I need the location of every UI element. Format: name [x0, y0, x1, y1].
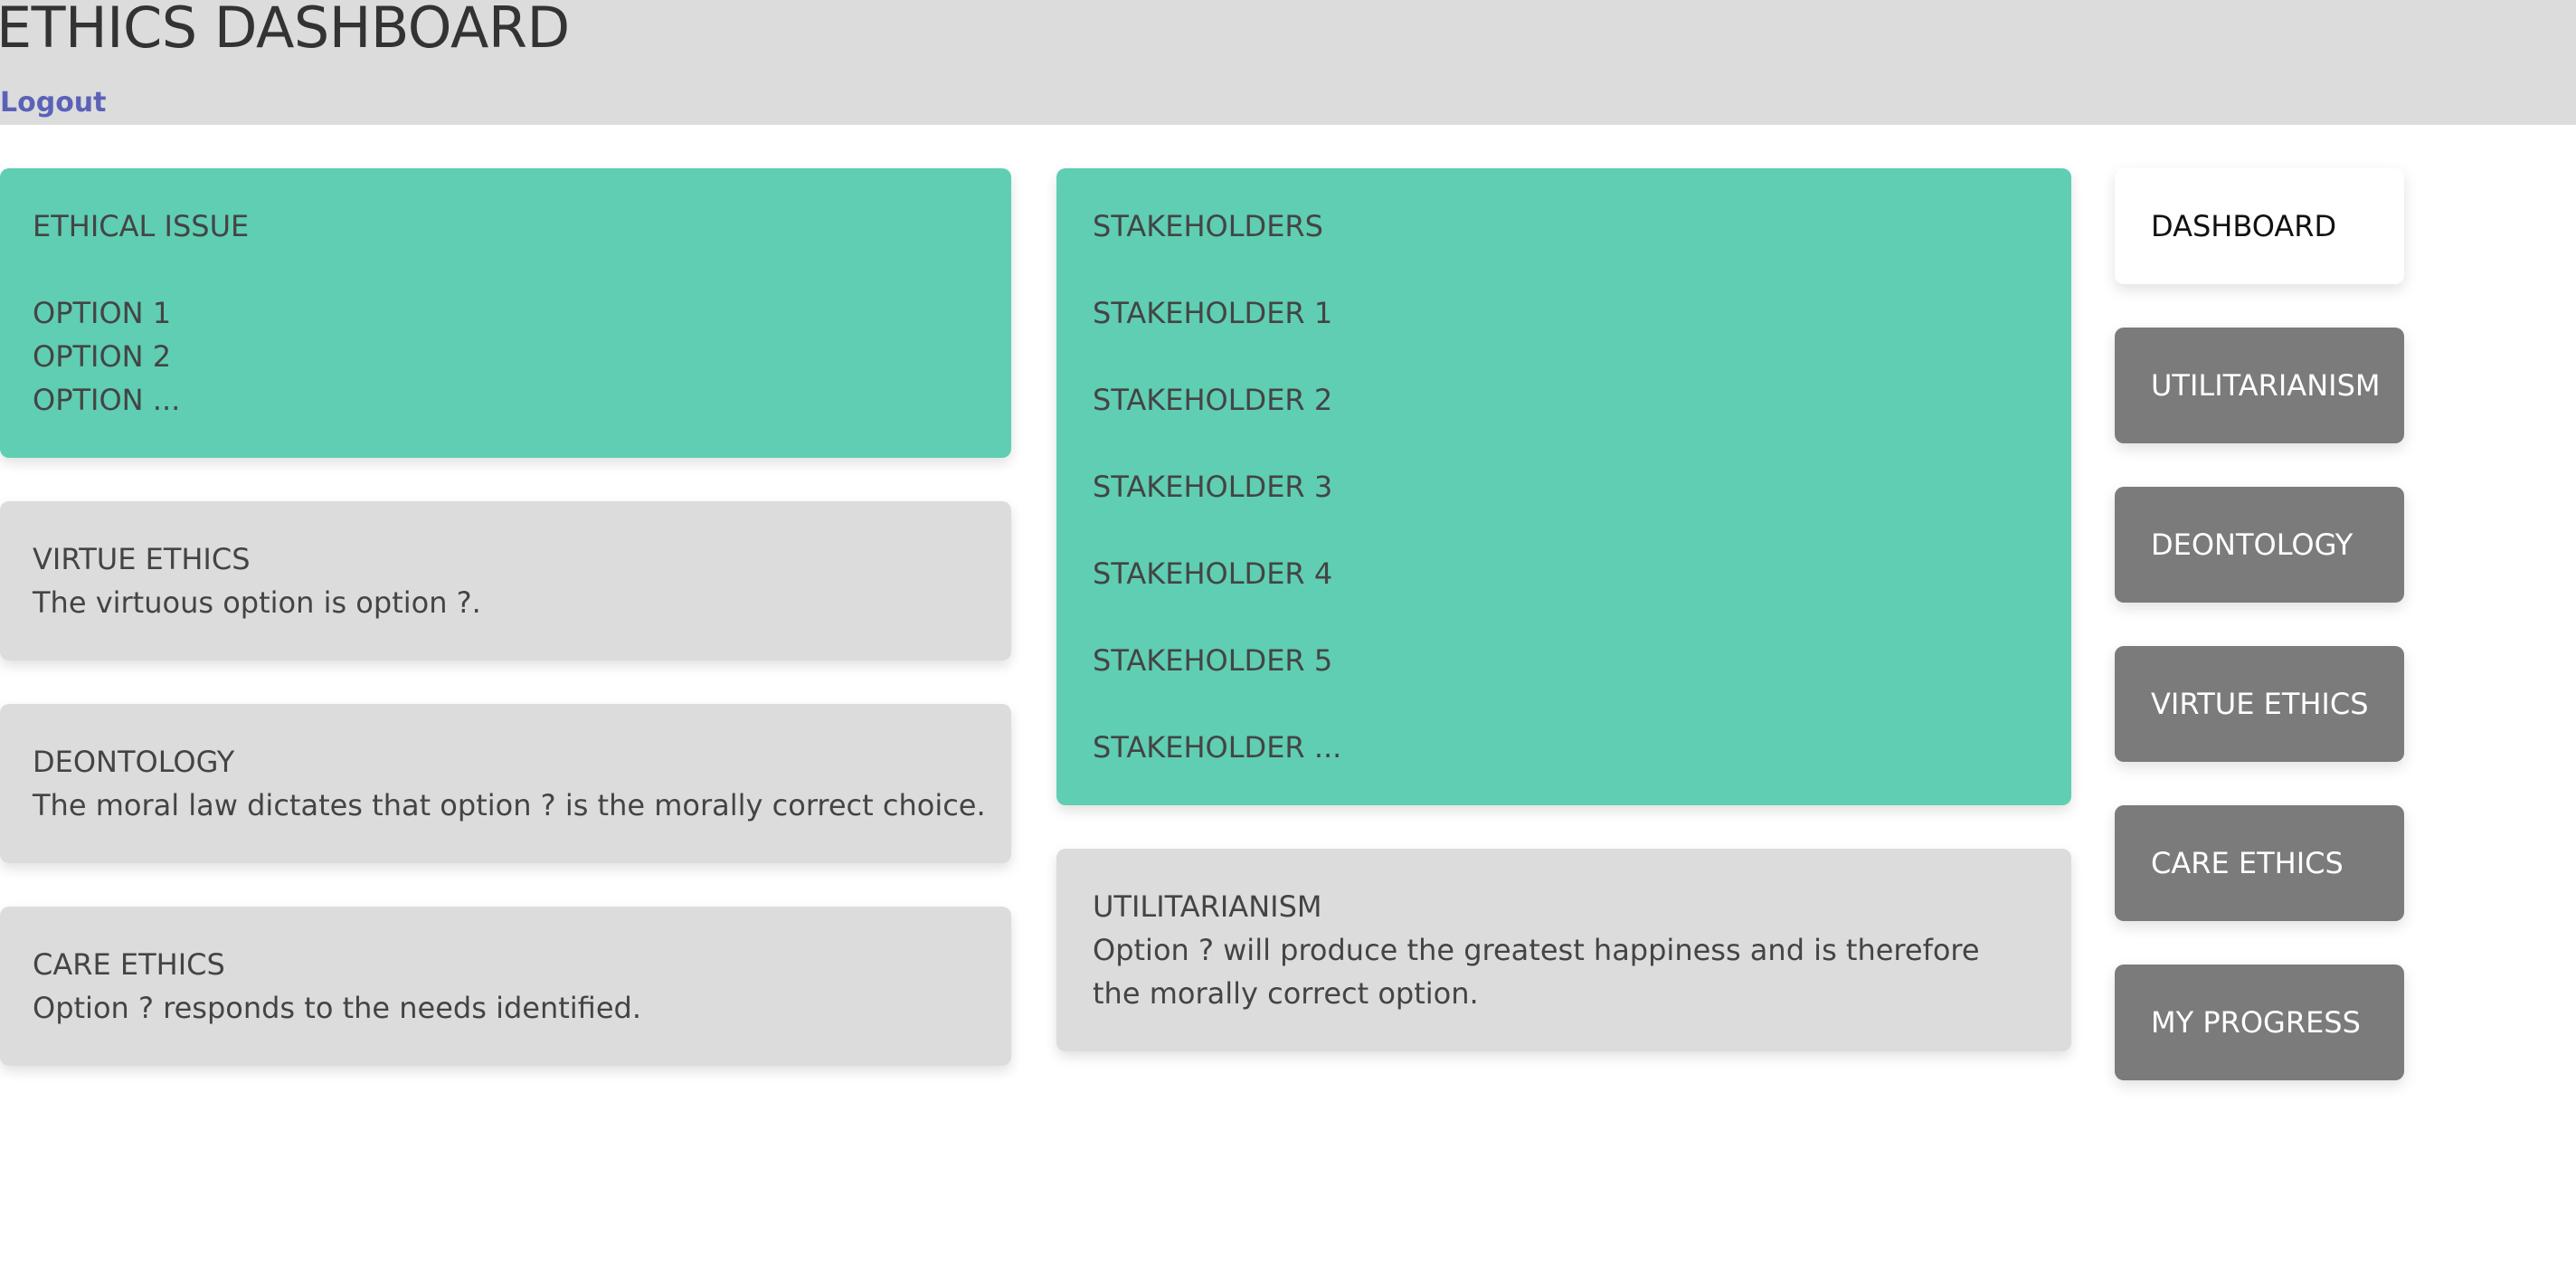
deontology-heading: DEONTOLOGY [33, 745, 235, 779]
virtue-ethics-card: VIRTUE ETHICS The virtuous option is opt… [0, 501, 1011, 661]
virtue-ethics-text: The virtuous option is option ?. [33, 585, 481, 620]
stakeholder-item: STAKEHOLDER ... [1093, 730, 1342, 765]
header-bar: ETHICS DASHBOARD Logout [0, 0, 2576, 125]
utilitarianism-text: Option ? will produce the greatest happi… [1093, 933, 1980, 1011]
virtue-ethics-heading: VIRTUE ETHICS [33, 542, 251, 576]
care-ethics-heading: CARE ETHICS [33, 947, 225, 982]
nav-care-ethics-button[interactable]: CARE ETHICS [2115, 805, 2404, 921]
nav-dashboard-button[interactable]: DASHBOARD [2115, 168, 2404, 284]
utilitarianism-heading: UTILITARIANISM [1093, 889, 1322, 924]
page-title: ETHICS DASHBOARD [0, 0, 570, 61]
option-item: OPTION 2 [33, 339, 172, 374]
care-ethics-text: Option ? responds to the needs identifie… [33, 991, 641, 1025]
stakeholders-heading: STAKEHOLDERS [1093, 209, 1323, 243]
ethical-issue-card: ETHICAL ISSUE OPTION 1 OPTION 2 OPTION .… [0, 168, 1011, 458]
care-ethics-card: CARE ETHICS Option ? responds to the nee… [0, 907, 1011, 1066]
option-item: OPTION ... [33, 383, 181, 417]
utilitarianism-card: UTILITARIANISM Option ? will produce the… [1056, 849, 2071, 1051]
nav-my-progress-button[interactable]: MY PROGRESS [2115, 965, 2404, 1080]
option-item: OPTION 1 [33, 296, 172, 330]
nav-deontology-button[interactable]: DEONTOLOGY [2115, 487, 2404, 603]
logout-link[interactable]: Logout [0, 85, 107, 121]
stakeholder-item: STAKEHOLDER 2 [1093, 383, 1333, 417]
stakeholder-item: STAKEHOLDER 5 [1093, 643, 1333, 678]
deontology-text: The moral law dictates that option ? is … [33, 788, 986, 822]
stakeholder-item: STAKEHOLDER 3 [1093, 470, 1333, 504]
nav-virtue-ethics-button[interactable]: VIRTUE ETHICS [2115, 646, 2404, 762]
deontology-card: DEONTOLOGY The moral law dictates that o… [0, 704, 1011, 863]
stakeholders-card: STAKEHOLDERS STAKEHOLDER 1 STAKEHOLDER 2… [1056, 168, 2071, 805]
stakeholder-item: STAKEHOLDER 4 [1093, 556, 1333, 591]
nav-utilitarianism-button[interactable]: UTILITARIANISM [2115, 328, 2404, 443]
stakeholder-item: STAKEHOLDER 1 [1093, 296, 1333, 330]
ethical-issue-heading: ETHICAL ISSUE [33, 209, 250, 243]
